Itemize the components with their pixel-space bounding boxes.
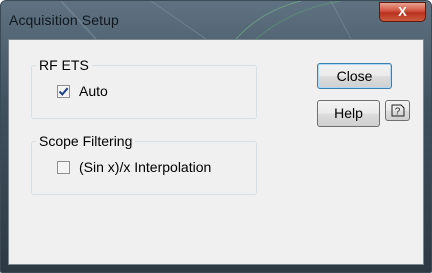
help-button[interactable]: Help [317,100,380,127]
window-close-button[interactable]: X [379,2,426,22]
dialog-window: Acquisition Setup X RF ETS Auto Scope Fi… [0,0,432,273]
title-bar[interactable]: Acquisition Setup X [1,1,431,39]
auto-checkbox[interactable] [57,84,70,98]
dialog-client-area: RF ETS Auto Scope Filtering (Sin x)/x In… [8,39,424,265]
rf-ets-group: RF ETS Auto [31,57,257,119]
scope-filtering-group-title: Scope Filtering [36,133,136,149]
sinx-interpolation-checkbox[interactable] [57,160,70,174]
auto-checkbox-row[interactable]: Auto [57,83,108,99]
auto-checkbox-label: Auto [79,83,108,99]
scope-filtering-group: Scope Filtering (Sin x)/x Interpolation [31,133,257,195]
svg-text:?: ? [395,107,401,118]
close-icon: X [398,4,407,19]
rf-ets-group-title: RF ETS [36,57,92,73]
sinx-interpolation-checkbox-label: (Sin x)/x Interpolation [79,159,212,175]
sinx-interpolation-checkbox-row[interactable]: (Sin x)/x Interpolation [57,159,211,175]
checkmark-icon [58,87,69,96]
window-title: Acquisition Setup [9,12,119,28]
context-help-icon: ? [391,104,405,118]
context-help-button[interactable]: ? [385,100,410,121]
close-button[interactable]: Close [317,63,392,89]
